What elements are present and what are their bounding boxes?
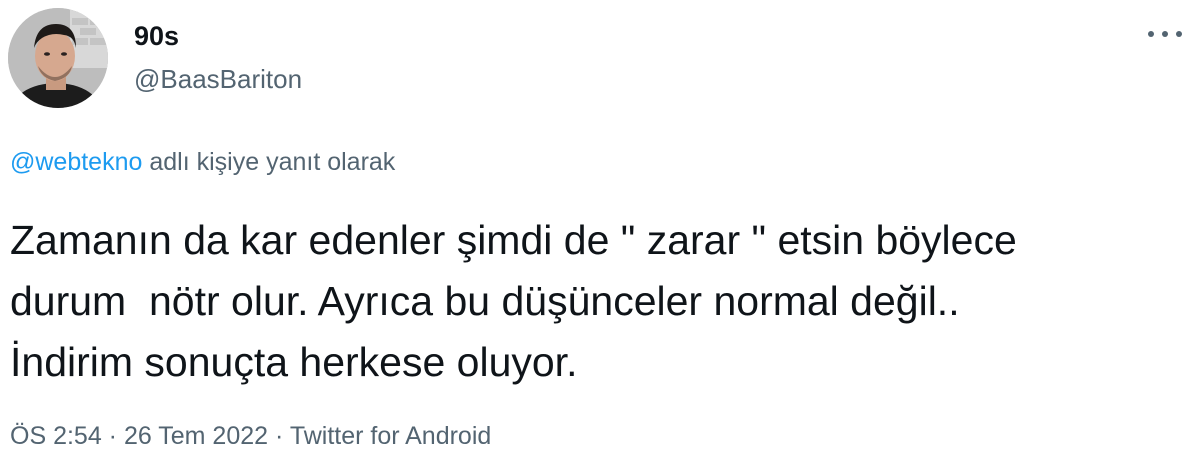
tweet-date[interactable]: 26 Tem 2022: [124, 422, 268, 450]
tweet-meta: ÖS 2:54 · 26 Tem 2022 · Twitter for Andr…: [10, 420, 491, 452]
tweet-text: Zamanın da kar edenler şimdi de " zarar …: [10, 210, 1190, 393]
tweet-text-line: Zamanın da kar edenler şimdi de " zarar …: [10, 217, 1017, 263]
tweet-card: 90s @BaasBariton @webtekno adlı kişiye y…: [0, 0, 1200, 474]
avatar[interactable]: [8, 8, 108, 108]
reply-context-text: adlı kişiye yanıt olarak: [142, 148, 396, 176]
tweet-text-line: İndirim sonuçta herkese oluyor.: [10, 339, 578, 385]
dot: [1162, 31, 1168, 37]
avatar-photo: [8, 8, 108, 108]
dot: [1148, 31, 1154, 37]
user-handle[interactable]: @BaasBariton: [134, 63, 302, 95]
display-name[interactable]: 90s: [134, 20, 179, 52]
meta-separator: ·: [101, 422, 124, 450]
more-options-icon[interactable]: [1148, 22, 1182, 46]
meta-separator: ·: [268, 422, 290, 450]
tweet-text-line: durum nötr olur. Ayrıca bu düşünceler no…: [10, 278, 960, 324]
tweet-time[interactable]: ÖS 2:54: [10, 422, 102, 450]
reply-context: @webtekno adlı kişiye yanıt olarak: [10, 146, 395, 178]
tweet-source[interactable]: Twitter for Android: [290, 422, 491, 450]
dot: [1176, 31, 1182, 37]
reply-mention-link[interactable]: @webtekno: [10, 148, 142, 176]
